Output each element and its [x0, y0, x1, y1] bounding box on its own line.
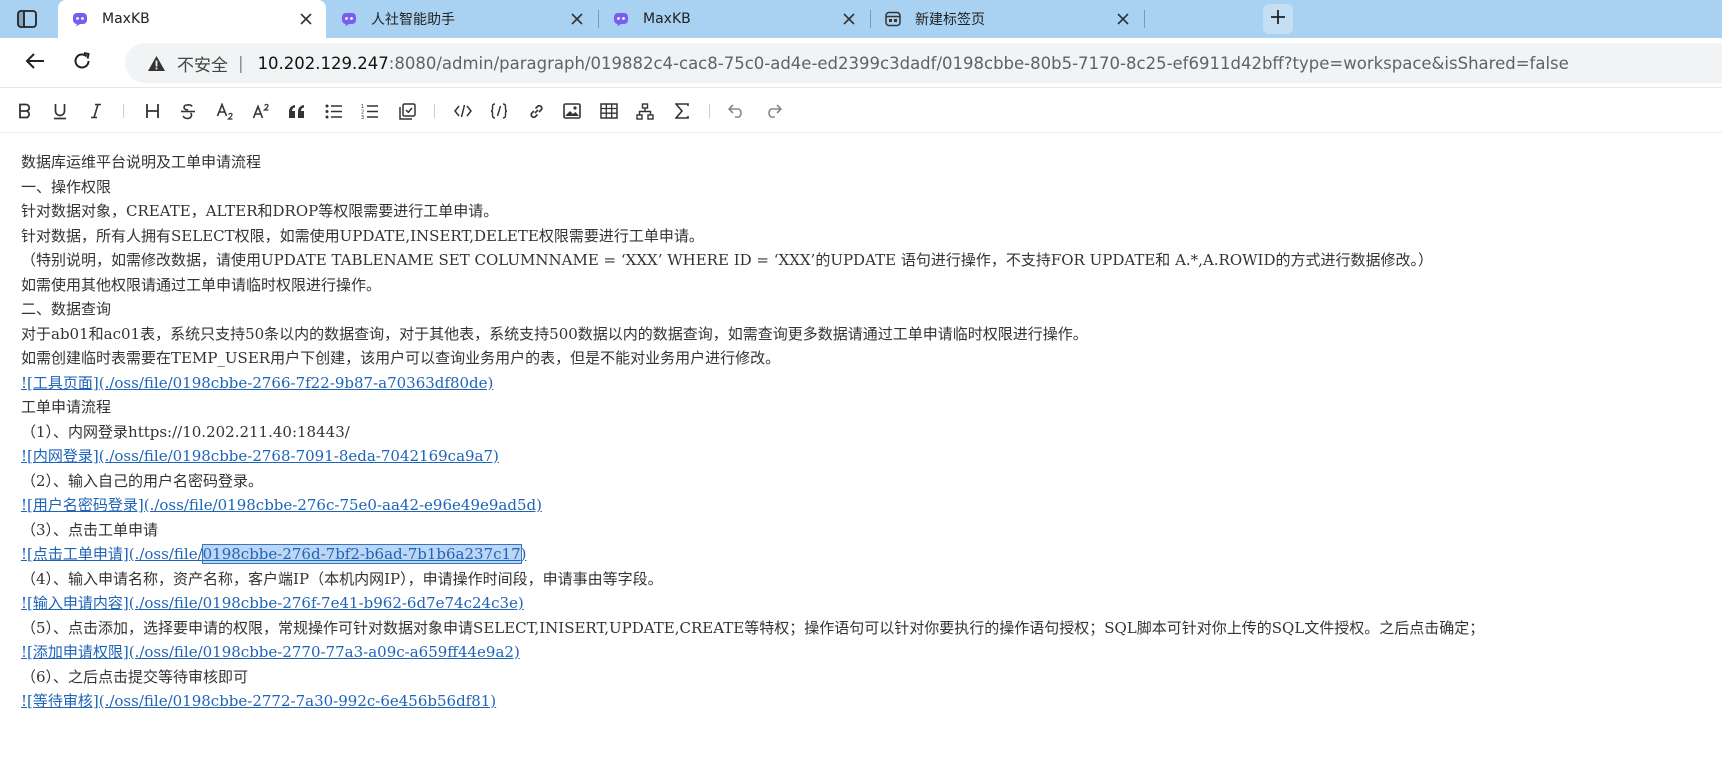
- reload-icon: [72, 51, 92, 75]
- code-icon[interactable]: [451, 100, 475, 122]
- paragraph-line: （5）、点击添加，选择要申请的权限，常规操作可针对数据对象申请SELECT,IN…: [21, 618, 1485, 637]
- new-tab-page-icon: [885, 11, 901, 27]
- browser-tab[interactable]: MaxKB: [599, 0, 869, 38]
- plus-icon: [1269, 8, 1287, 30]
- doc-title-line: 数据库运维平台说明及工单申请流程: [21, 153, 262, 171]
- task-list-icon[interactable]: [395, 100, 419, 122]
- toolbar-divider: [709, 104, 710, 118]
- sidebar-toggle-icon[interactable]: [14, 7, 40, 31]
- undo-icon[interactable]: [725, 100, 749, 122]
- paragraph-line: 如需创建临时表需要在TEMP_USER用户下创建，该用户可以查询业务用户的表，但…: [21, 349, 781, 367]
- selected-text[interactable]: 0198cbbe-276d-7bf2-b6ad-7b1b6a237c17: [201, 544, 522, 564]
- heading-icon[interactable]: [140, 100, 164, 122]
- image-link[interactable]: ![点击工单申请](./oss/file/0198cbbe-276d-7bf2-…: [21, 544, 527, 564]
- image-link[interactable]: ![内网登录](./oss/file/0198cbbe-2768-7091-8e…: [21, 447, 499, 465]
- image-link[interactable]: ![输入申请内容](./oss/file/0198cbbe-276f-7e41-…: [21, 594, 524, 612]
- paragraph-line: 工单申请流程: [21, 398, 112, 416]
- warning-icon: [147, 54, 167, 72]
- italic-icon[interactable]: [84, 100, 108, 122]
- tab-title: 新建标签页: [915, 12, 985, 28]
- paragraph-line: （3）、点击工单申请: [21, 520, 159, 539]
- close-tab-icon[interactable]: [298, 11, 314, 27]
- tab-title: MaxKB: [643, 11, 691, 27]
- redo-icon[interactable]: [761, 100, 785, 122]
- paragraph-line: 针对数据，所有人拥有SELECT权限，如需使用UPDATE,INSERT,DEL…: [21, 226, 704, 245]
- document-editor[interactable]: 数据库运维平台说明及工单申请流程 一、操作权限 针对数据对象，CREATE，AL…: [21, 150, 1721, 714]
- toolbar-divider: [434, 104, 435, 118]
- section-heading: 一、操作权限: [21, 177, 112, 196]
- formula-icon[interactable]: [670, 100, 694, 122]
- flowchart-icon[interactable]: [633, 100, 657, 122]
- paragraph-line: 对于ab01和ac01表，系统只支持50条以内的数据查询，对于其他表，系统支持5…: [21, 324, 1088, 343]
- subscript-icon[interactable]: [213, 100, 237, 122]
- code-block-icon[interactable]: [487, 100, 511, 122]
- browser-tab[interactable]: 人社智能助手: [327, 0, 597, 38]
- paragraph-line: 针对数据对象，CREATE，ALTER和DROP等权限需要进行工单申请。: [21, 202, 499, 220]
- image-icon[interactable]: [560, 100, 584, 122]
- bullet-list-icon[interactable]: [322, 100, 346, 122]
- new-tab-button[interactable]: [1263, 4, 1293, 34]
- image-link[interactable]: ![用户名密码登录](./oss/file/0198cbbe-276c-75e0…: [21, 496, 542, 514]
- paragraph-line: （4）、输入申请名称，资产名称，客户端IP（本机内网IP），申请操作时间段，申请…: [21, 569, 663, 588]
- image-link[interactable]: ![工具页面](./oss/file/0198cbbe-2766-7f22-9b…: [21, 374, 493, 392]
- security-label[interactable]: 不安全: [177, 51, 228, 76]
- strikethrough-icon[interactable]: [176, 100, 200, 122]
- section-heading: 二、数据查询: [21, 300, 112, 318]
- paragraph-line: （2）、输入自己的用户名密码登录。: [21, 471, 264, 490]
- link-text: ): [520, 545, 527, 563]
- paragraph-line: 如需使用其他权限请通过工单申请临时权限进行操作。: [21, 275, 382, 294]
- tab-title: 人社智能助手: [371, 12, 455, 28]
- url-field[interactable]: 不安全 | 10.202.129.247:8080/admin/paragrap…: [125, 43, 1722, 83]
- maxkb-icon: [341, 11, 357, 27]
- close-tab-icon[interactable]: [841, 11, 857, 27]
- back-button[interactable]: [21, 49, 49, 77]
- reload-button[interactable]: [68, 49, 96, 77]
- toolbar-divider: [123, 104, 124, 118]
- paragraph-line: （特别说明，如需修改数据，请使用UPDATE TABLENAME SET COL…: [21, 251, 1434, 269]
- image-link[interactable]: ![等待审核](./oss/file/0198cbbe-2772-7a30-99…: [21, 692, 496, 710]
- quote-icon[interactable]: [285, 100, 309, 122]
- maxkb-icon: [72, 11, 88, 27]
- close-tab-icon[interactable]: [569, 11, 585, 27]
- ordered-list-icon[interactable]: 123: [358, 100, 382, 122]
- browser-tab-strip: MaxKB 人社智能助手 MaxKB 新建标签页: [0, 0, 1722, 38]
- paragraph-line: （1）、内网登录https://10.202.211.40:18443/: [21, 422, 350, 441]
- link-icon[interactable]: [524, 100, 548, 122]
- tab-title: MaxKB: [102, 11, 150, 27]
- maxkb-icon: [613, 11, 629, 27]
- image-link[interactable]: ![添加申请权限](./oss/file/0198cbbe-2770-77a3-…: [21, 643, 520, 661]
- bold-icon[interactable]: [13, 100, 37, 122]
- superscript-icon[interactable]: [249, 100, 273, 122]
- svg-text:3: 3: [361, 115, 364, 119]
- paragraph-line: （6）、之后点击提交等待审核即可: [21, 667, 249, 686]
- underline-icon[interactable]: [48, 100, 72, 122]
- editor-toolbar: 123: [0, 89, 1722, 133]
- url-path: :8080/admin/paragraph/019882c4-cac8-75c0…: [388, 53, 1569, 73]
- link-text: ![点击工单申请](./oss/file/: [21, 545, 203, 563]
- browser-tab[interactable]: MaxKB: [58, 0, 326, 38]
- url-host: 10.202.129.247: [257, 53, 389, 73]
- address-bar-row: 不安全 | 10.202.129.247:8080/admin/paragrap…: [0, 38, 1722, 88]
- browser-tab[interactable]: 新建标签页: [871, 0, 1143, 38]
- address-separator: |: [238, 53, 244, 73]
- close-tab-icon[interactable]: [1115, 11, 1131, 27]
- table-icon[interactable]: [597, 100, 621, 122]
- tab-divider: [1144, 10, 1145, 28]
- arrow-left-icon: [25, 52, 45, 74]
